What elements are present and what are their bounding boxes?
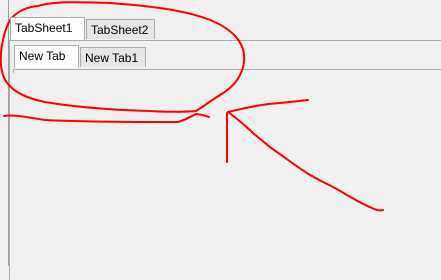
outer-tab-panel — [9, 40, 441, 280]
tab-new-tab1[interactable]: New Tab1 — [80, 47, 146, 67]
tab-tabsheet1-label: TabSheet1 — [15, 21, 73, 35]
window-left-frame — [0, 0, 9, 266]
tab-tabsheet2[interactable]: TabSheet2 — [86, 19, 155, 39]
tab-new-tab[interactable]: New Tab — [14, 45, 79, 68]
tab-tabsheet2-label: TabSheet2 — [91, 23, 149, 37]
tab-new-tab-label: New Tab — [19, 49, 66, 63]
inner-tab-panel — [13, 69, 441, 73]
tab-new-tab1-label: New Tab1 — [85, 51, 139, 65]
tab-tabsheet1[interactable]: TabSheet1 — [10, 17, 85, 40]
